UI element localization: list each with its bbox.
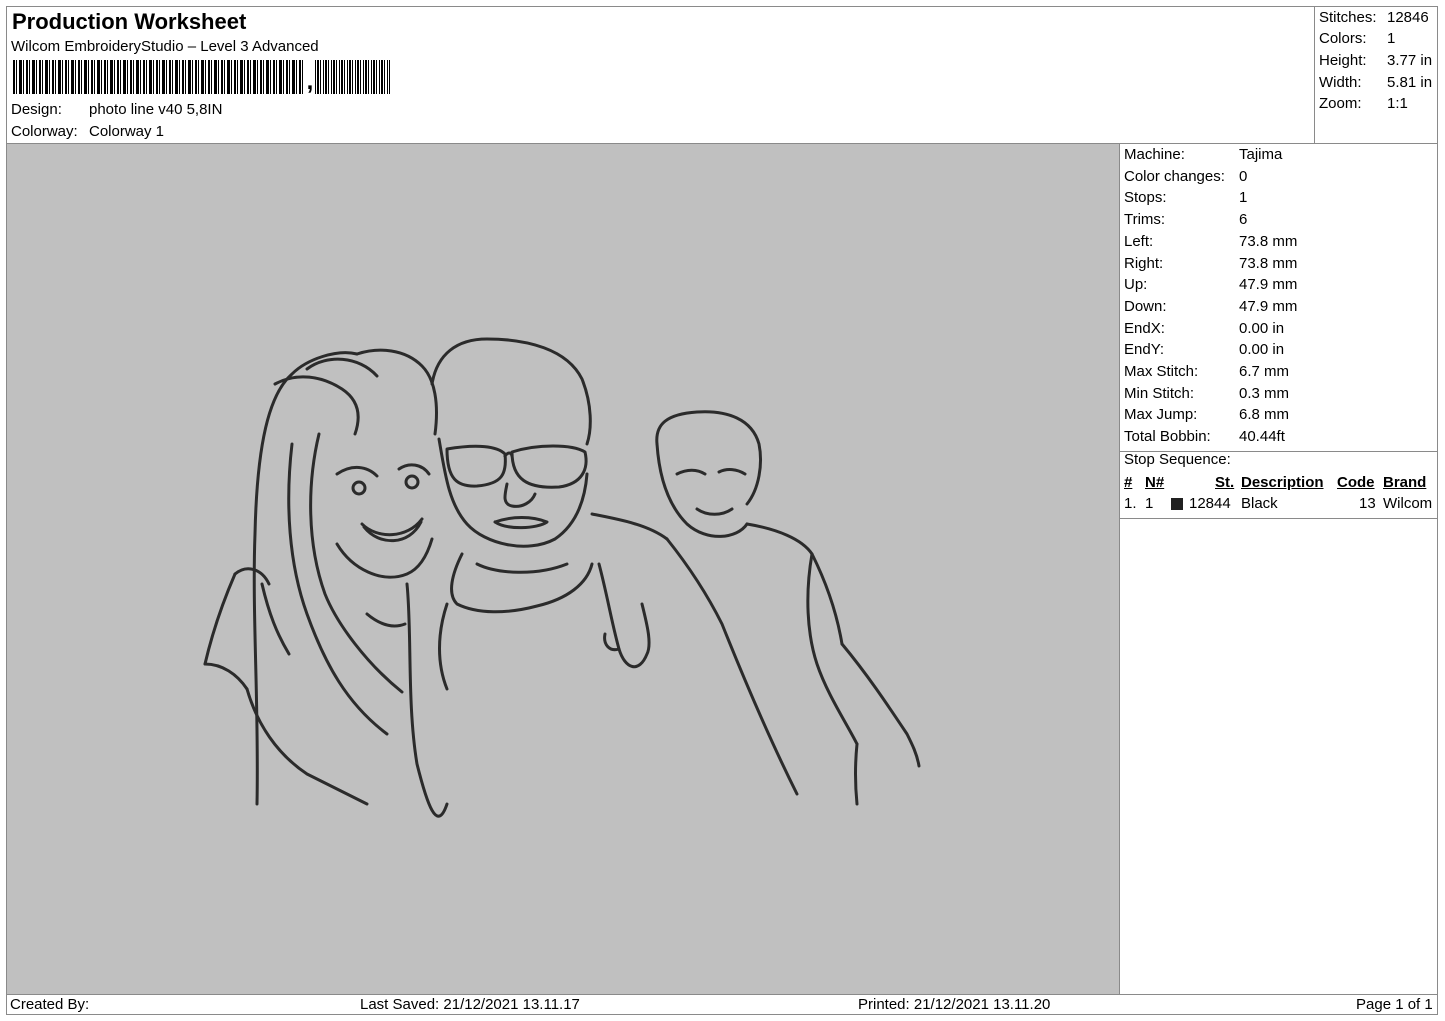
machine-info-row: Up: 47.9 mm [1124, 276, 1297, 293]
machine-info-label: Up: [1124, 276, 1148, 294]
design-label: Design: [11, 101, 62, 118]
col-header-n: N# [1145, 474, 1165, 491]
height-row: Height: 3.77 in [1319, 52, 1432, 69]
created-by: Created By: [10, 996, 90, 1013]
machine-info-value: 73.8 mm [1239, 232, 1298, 250]
design-value: photo line v40 5,8IN [89, 101, 223, 118]
embroidery-line-art [203, 337, 921, 818]
machine-info-value: 6.8 mm [1239, 406, 1290, 424]
machine-info-label: Down: [1124, 297, 1167, 315]
row-index: 1. [1124, 495, 1137, 512]
design-row: Design: photo line v40 5,8IN [11, 101, 222, 118]
machine-info-row: Machine: Tajima [1124, 146, 1282, 163]
machine-info-row: Left: 73.8 mm [1124, 233, 1297, 250]
machine-info-value: 47.9 mm [1239, 297, 1298, 315]
barcode-bars-end [315, 60, 390, 94]
zoom-row: Zoom: 1:1 [1319, 95, 1408, 112]
barcode-separator: , [306, 68, 314, 95]
page-number: Page 1 of 1 [1356, 996, 1433, 1013]
machine-info-label: Max Jump: [1124, 406, 1198, 424]
stitches-row: Stitches: 12846 [1319, 9, 1429, 26]
row-code: 13 [1359, 495, 1376, 512]
colorway-row: Colorway: Colorway 1 [11, 123, 164, 140]
col-header-brand: Brand [1383, 474, 1427, 491]
machine-info-label: Right: [1124, 254, 1164, 272]
machine-info-row: Max Jump: 6.8 mm [1124, 406, 1289, 423]
machine-info-value: 1 [1239, 189, 1248, 207]
production-worksheet: Production Worksheet Wilcom EmbroiderySt… [6, 6, 1438, 1015]
stop-sequence-title: Stop Sequence: [1124, 451, 1231, 468]
last-saved: Last Saved: 21/12/2021 13.11.17 [360, 996, 580, 1013]
colors-label: Colors: [1319, 30, 1367, 47]
colorway-value: Colorway 1 [89, 123, 165, 140]
machine-info-row: Right: 73.8 mm [1124, 255, 1297, 272]
machine-info-row: Stops: 1 [1124, 189, 1247, 206]
row-description: Black [1241, 495, 1278, 512]
printed-date: Printed: 21/12/2021 13.11.20 [858, 996, 1051, 1013]
machine-info-panel: Machine: Tajima Color changes: 0 Stops: 1 Trim… [1120, 144, 1437, 994]
machine-info-value: 6 [1239, 211, 1248, 229]
width-row: Width: 5.81 in [1319, 74, 1432, 91]
machine-info-value: 0 [1239, 167, 1248, 185]
row-n: 1 [1145, 495, 1154, 512]
machine-info-value: 6.7 mm [1239, 363, 1290, 380]
machine-info-value: 73.8 mm [1239, 254, 1298, 272]
width-value: 5.81 in [1387, 74, 1433, 91]
col-header-stitches: St. [1215, 474, 1235, 491]
thread-color-swatch [1171, 498, 1183, 510]
col-header-description: Description [1241, 474, 1324, 491]
colors-value: 1 [1387, 30, 1396, 47]
machine-info-label: Color changes: [1124, 167, 1225, 185]
worksheet-footer: Created By: Last Saved: 21/12/2021 13.11… [7, 994, 1437, 1014]
machine-info-value: 0.3 mm [1239, 384, 1290, 402]
machine-info-label: EndY: [1124, 341, 1165, 359]
machine-info-label: Stops: [1124, 189, 1167, 207]
machine-info-label: Min Stitch: [1124, 384, 1195, 402]
worksheet-header: Production Worksheet Wilcom EmbroiderySt… [7, 7, 1315, 144]
machine-info-row: Max Stitch: 6.7 mm [1124, 363, 1289, 380]
machine-info-value: Tajima [1239, 146, 1283, 163]
row-stitches: 12844 [1189, 495, 1231, 512]
machine-info-value: 0.00 in [1239, 319, 1285, 337]
zoom-label: Zoom: [1319, 95, 1362, 112]
design-stats: Stitches: 12846 Colors: 1 Height: 3.77 i… [1315, 7, 1437, 144]
height-value: 3.77 in [1387, 52, 1433, 69]
stitches-value: 12846 [1387, 9, 1429, 26]
machine-info-row: Color changes: 0 [1124, 168, 1247, 185]
machine-info-row: EndY: 0.00 in [1124, 341, 1284, 358]
software-name: Wilcom EmbroideryStudio – Level 3 Advanc… [11, 38, 319, 55]
design-preview [7, 144, 1120, 994]
machine-info-label: Trims: [1124, 211, 1166, 229]
height-label: Height: [1319, 52, 1367, 69]
machine-info-value: 47.9 mm [1239, 276, 1298, 294]
family-portrait-outline [203, 337, 921, 818]
row-brand: Wilcom [1383, 495, 1433, 512]
machine-info-row: Down: 47.9 mm [1124, 298, 1297, 315]
barcode: , [13, 60, 390, 94]
col-header-index: # [1124, 474, 1133, 491]
machine-info-label: Total Bobbin: [1124, 428, 1211, 446]
machine-info-label: Left: [1124, 232, 1154, 250]
colorway-label: Colorway: [11, 123, 78, 140]
barcode-bars [13, 60, 305, 94]
width-label: Width: [1319, 74, 1362, 91]
zoom-value: 1:1 [1387, 95, 1408, 112]
machine-info-label: Max Stitch: [1124, 363, 1199, 380]
machine-info-label: EndX: [1124, 319, 1165, 337]
colors-row: Colors: 1 [1319, 30, 1395, 47]
machine-info-value: 40.44ft [1239, 428, 1285, 446]
page-title: Production Worksheet [12, 9, 247, 34]
machine-info-row: Trims: 6 [1124, 211, 1247, 228]
machine-info-row: EndX: 0.00 in [1124, 320, 1284, 337]
machine-info-row: Min Stitch: 0.3 mm [1124, 385, 1289, 402]
stitches-label: Stitches: [1319, 9, 1377, 26]
divider [1120, 518, 1437, 519]
col-header-code: Code [1337, 474, 1375, 491]
machine-info-label: Machine: [1124, 146, 1185, 163]
machine-info-row: Total Bobbin: 40.44ft [1124, 428, 1285, 445]
machine-info-value: 0.00 in [1239, 341, 1285, 359]
